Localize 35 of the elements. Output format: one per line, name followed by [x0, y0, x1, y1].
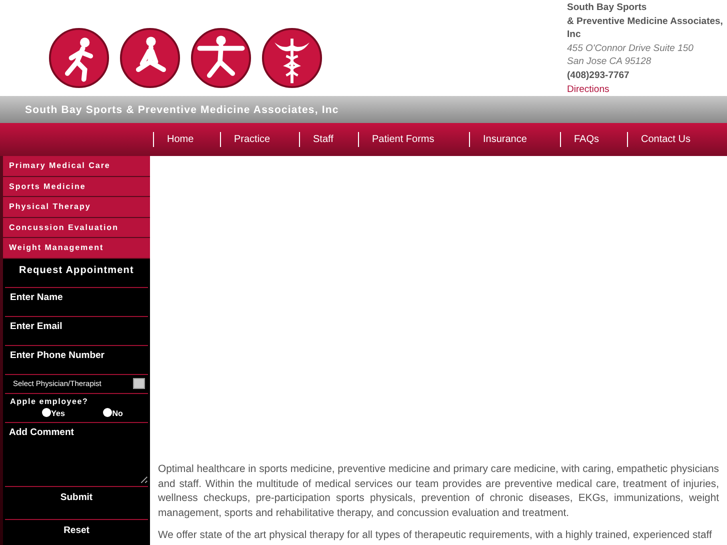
practice-name-text: South Bay Sports [567, 1, 648, 15]
nav-link[interactable]: Patient Forms [358, 132, 469, 147]
address-text: 455 O'Connor Drive Suite 150 [567, 42, 694, 56]
nav-link[interactable]: FAQs [560, 132, 627, 147]
practice-name-text: Inc [567, 28, 582, 42]
runner-icon [48, 27, 110, 89]
radio-option[interactable]: No [103, 408, 123, 420]
radio-option[interactable]: Yes [42, 408, 65, 420]
form-title: Request Appointment [18, 264, 135, 278]
directions-link[interactable]: Directions [567, 84, 610, 95]
sidebar-menu-item[interactable]: Weight Management [3, 238, 150, 258]
nav-link[interactable]: Home [153, 132, 220, 147]
nav-link[interactable]: Insurance [469, 132, 560, 147]
sidebar-menu-item[interactable]: Physical Therapy [3, 197, 150, 218]
nav-link[interactable]: Contact Us [627, 132, 707, 147]
yoga-figure-icon [190, 27, 252, 89]
radio-button[interactable] [42, 408, 52, 416]
nav-link[interactable]: Staff [299, 132, 358, 147]
practice-name-text: & Preventive Medicine Associates, [567, 14, 724, 28]
radio-button[interactable] [103, 408, 112, 416]
comment-field[interactable]: Add Comment [5, 422, 148, 484]
sidebar-menu-item[interactable]: Primary Medical Care [3, 156, 150, 176]
body-paragraph: We offer state of the art physical therapy for all types of therapeutic requirements, with a highly trained, experienced staff [158, 529, 713, 544]
sidebar-menu-item[interactable]: Sports Medicine [3, 176, 150, 197]
caduceus-icon [261, 27, 323, 89]
site-title-banner: South Bay Sports & Preventive Medicine Associates, Inc [0, 96, 727, 123]
nav-link[interactable]: Practice [220, 132, 299, 147]
body-paragraph: Optimal healthcare in sports medicine, preventive medicine and primary care medicine, with caring, empathetic physicians and staff. Within the multitude of medical services our team provides are preventive medical care, treatment of injuries, wellness checkups, pre-participation sports physicals, prevention of chronic diseases, EKGs, immunizations, weight management, sports and rehabilitative therapy, and concussion evaluation and treatment. [158, 463, 719, 521]
radio-label: No [112, 408, 123, 418]
address-text: San Jose CA 95128 [567, 55, 652, 69]
sidebar-menu-item[interactable]: Concussion Evaluation [3, 218, 150, 238]
sitting-figure-icon [119, 27, 181, 89]
radio-label: Yes [51, 408, 65, 418]
question-text: Apple employee? [5, 392, 148, 408]
phone-text: (408)293-7767 [567, 68, 630, 83]
